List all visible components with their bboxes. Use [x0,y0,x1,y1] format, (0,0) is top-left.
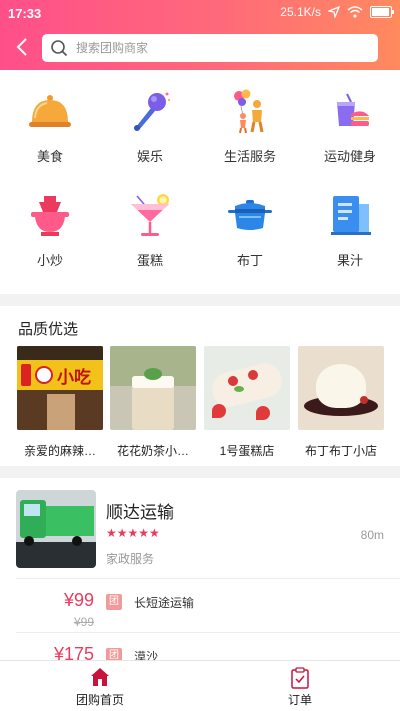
search-bar[interactable] [42,34,378,62]
building-icon [331,196,371,235]
category-fitness[interactable]: 运动健身 [300,70,400,170]
back-arrow-icon[interactable] [12,36,34,58]
deal-original-price: ¥99 [73,615,94,629]
shop-photo [110,346,196,430]
wifi-icon [347,6,363,18]
business-photo [16,490,96,568]
category-entertainment[interactable]: 娱乐 [100,70,200,170]
rating-stars: ★★★★★ [106,526,160,540]
tab-label: 团购首页 [75,693,124,707]
deal-row[interactable]: ¥99 ¥99 团 长短途运输 [0,582,400,632]
sign-text: 小吃 [57,368,91,387]
shop-name: 布丁布丁小店 [304,444,377,458]
category-food[interactable]: 美食 [0,70,100,170]
divider [16,632,400,633]
quality-item[interactable]: 1号蛋糕店 [204,346,290,459]
tab-label: 订单 [287,693,312,707]
category-label: 布丁 [236,253,263,268]
category-label: 小炒 [36,253,63,268]
order-icon [291,667,309,689]
microphone-icon [134,92,171,131]
shop-photo [298,346,384,430]
business-category: 家政服务 [106,552,155,566]
quality-item[interactable]: 花花奶茶小… [110,346,196,459]
tab-home[interactable]: 团购首页 [0,661,200,711]
category-label: 果汁 [336,253,363,268]
network-speed: 25.1K/s [280,5,321,19]
family-balloons-icon [234,89,264,134]
category-label: 美食 [36,149,63,164]
shop-name: 1号蛋糕店 [219,444,275,458]
drink-burger-icon [337,93,369,126]
category-label: 娱乐 [136,149,163,164]
quality-item[interactable]: 小吃 亲爱的麻辣… [17,346,103,459]
tab-bar: 团购首页 订单 [0,660,400,711]
shop-photo: 小吃 [17,346,103,430]
shop-name: 花花奶茶小… [116,444,189,458]
tab-orders[interactable]: 订单 [200,661,400,711]
category-juice[interactable]: 果汁 [300,174,400,274]
shop-name: 亲爱的麻辣… [23,444,96,458]
shop-photo [204,346,290,430]
quality-item[interactable]: 布丁布丁小店 [298,346,384,459]
category-cake[interactable]: 蛋糕 [100,174,200,274]
category-life-services[interactable]: 生活服务 [200,70,300,170]
status-time: 17:33 [8,6,42,21]
search-icon [51,40,68,57]
business-name: 顺达运输 [106,503,174,522]
category-pudding[interactable]: 布丁 [200,174,300,274]
location-icon [328,6,340,18]
category-label: 生活服务 [223,149,276,164]
section-title: 品质优选 [18,321,79,338]
cocktail-icon [131,194,169,236]
category-grid: 美食 娱乐 生活服务 运动健身 小炒 蛋糕 布丁 果汁 [0,70,400,294]
header: 17:33 25.1K/s [0,0,400,70]
distance: 80m [360,528,384,542]
quality-section: 品质优选 小吃 亲爱的麻辣… 花花奶茶小… 1号蛋糕店 布丁布丁小店 [0,306,400,466]
category-stir-fry[interactable]: 小炒 [0,174,100,274]
deal-price: ¥99 [63,590,94,610]
hotpot-icon [31,196,69,236]
group-buy-tag: 团 [106,594,122,610]
category-label: 运动健身 [323,149,376,164]
status-bar: 17:33 25.1K/s [0,0,400,28]
battery-icon [370,6,394,18]
pot-icon [228,200,272,230]
search-input[interactable] [74,35,358,61]
home-icon [91,668,109,686]
deal-name: 长短途运输 [134,596,195,610]
divider [16,578,400,579]
food-cloche-icon [29,95,71,127]
category-label: 蛋糕 [136,253,163,268]
